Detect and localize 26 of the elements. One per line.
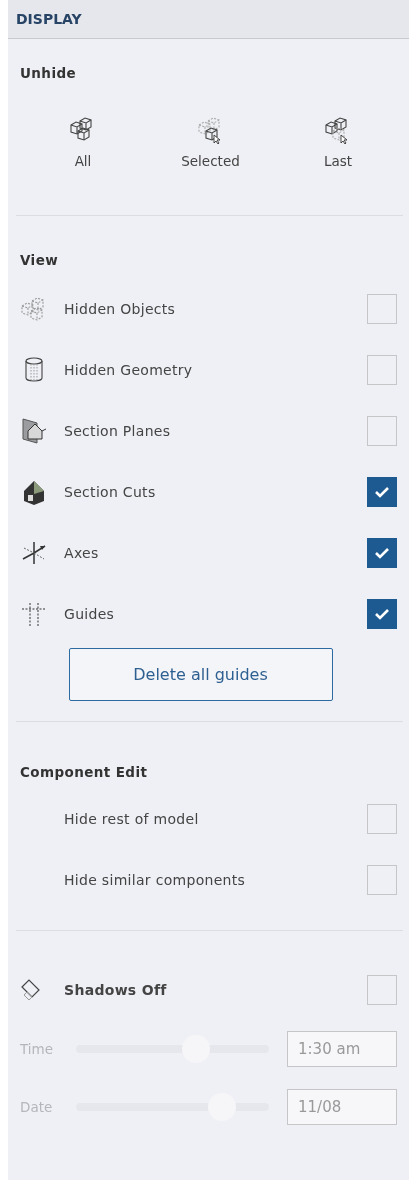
slider-label: Time bbox=[20, 1041, 55, 1057]
option-label: Hidden Objects bbox=[64, 300, 177, 317]
option-label: Shadows Off bbox=[64, 981, 168, 998]
house-icon bbox=[20, 416, 48, 445]
check-icon bbox=[374, 607, 390, 620]
delete-guides-button[interactable]: Delete all guides bbox=[68, 648, 333, 701]
section-title: Component Edit bbox=[20, 764, 149, 780]
check-icon bbox=[374, 485, 390, 498]
panel-title: DISPLAY bbox=[8, 0, 409, 39]
option-label: Hide rest of model bbox=[64, 810, 200, 827]
option-label: Hidden Geometry bbox=[64, 361, 194, 378]
section-title: View bbox=[20, 252, 60, 268]
unhide-button[interactable]: All bbox=[28, 117, 138, 169]
option-label: Section Cuts bbox=[64, 483, 157, 500]
unhide-button[interactable]: Last bbox=[283, 117, 393, 169]
checkbox[interactable] bbox=[367, 537, 397, 568]
option-label: Guides bbox=[64, 605, 116, 622]
option-label: Axes bbox=[64, 544, 100, 561]
check-icon bbox=[374, 546, 390, 559]
slider-label: Date bbox=[20, 1099, 54, 1115]
section-title: Unhide bbox=[20, 65, 78, 81]
checkbox[interactable] bbox=[367, 598, 397, 629]
unhide-button[interactable]: Selected bbox=[155, 117, 266, 169]
option-label: Section Planes bbox=[64, 422, 172, 439]
option-label: Hide similar components bbox=[64, 871, 247, 888]
checkbox[interactable] bbox=[367, 476, 397, 507]
